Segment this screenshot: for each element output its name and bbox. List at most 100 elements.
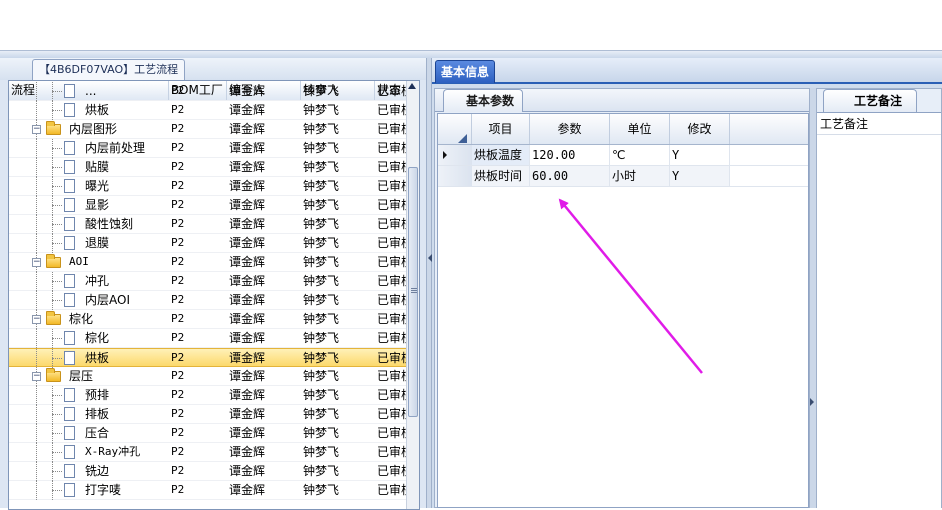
process-flow-panel: 【4B6DF07VAO】工艺流程 流程 BOM工厂 编写人 核审人 状态 ...… <box>0 58 426 510</box>
unit-cell[interactable]: 小时 <box>610 166 670 186</box>
unit-cell[interactable]: ℃ <box>610 145 670 165</box>
tree-row[interactable]: 内层前处理 P2 谭金辉 钟梦飞 已审核 <box>9 139 413 158</box>
tree-row[interactable]: 压合 P2 谭金辉 钟梦飞 已审核 <box>9 424 413 443</box>
reviewer-cell: 钟梦飞 <box>303 331 340 345</box>
tree-row[interactable]: 棕化 P2 谭金辉 钟梦飞 已审核 <box>9 329 413 348</box>
tree-node-label: X-Ray冲孔 <box>85 445 141 458</box>
window-blank-area <box>0 0 942 50</box>
tree-row[interactable]: 烘板 P2 谭金辉 钟梦飞 已审核 <box>9 348 413 368</box>
modify-cell[interactable]: Y <box>670 145 730 165</box>
writer-cell: 谭金辉 <box>229 407 266 421</box>
factory-cell: P2 <box>171 483 185 496</box>
tree-node-label: 排板 <box>85 407 110 421</box>
document-icon <box>64 198 75 212</box>
writer-cell: 谭金辉 <box>229 274 266 288</box>
tree-row[interactable]: 冲孔 P2 谭金辉 钟梦飞 已审核 <box>9 272 413 291</box>
column-header-unit[interactable]: 单位 <box>610 114 670 144</box>
reviewer-cell: 钟梦飞 <box>303 217 340 231</box>
document-icon <box>64 351 75 365</box>
document-icon <box>64 293 75 307</box>
writer-cell: 谭金辉 <box>229 255 266 269</box>
row-header[interactable] <box>438 145 473 165</box>
params-row[interactable]: 烘板时间 60.00 小时 Y <box>438 166 808 187</box>
collapse-node-icon[interactable]: − <box>32 125 41 134</box>
tree-row[interactable]: − 内层图形 P2 谭金辉 钟梦飞 已审核 <box>9 120 413 139</box>
column-header-item[interactable]: 项目 <box>472 114 530 144</box>
tree-node-label: 烘板 <box>85 351 110 365</box>
writer-cell: 谭金辉 <box>229 141 266 155</box>
scroll-up-icon[interactable] <box>408 83 416 89</box>
tree-row[interactable]: 预排 P2 谭金辉 钟梦飞 已审核 <box>9 386 413 405</box>
modify-cell[interactable]: Y <box>670 166 730 186</box>
writer-cell: 谭金辉 <box>229 103 266 117</box>
factory-cell: P2 <box>171 426 185 439</box>
tree-node-label: 贴膜 <box>85 160 110 174</box>
collapse-node-icon[interactable]: − <box>32 258 41 267</box>
tree-node-label: 预排 <box>85 388 110 402</box>
tree-vertical-scrollbar[interactable] <box>406 81 419 509</box>
tree-row[interactable]: X-Ray冲孔 P2 谭金辉 钟梦飞 已审核 <box>9 443 413 462</box>
factory-cell: P2 <box>171 312 185 325</box>
reviewer-cell: 钟梦飞 <box>303 293 340 307</box>
folder-icon <box>46 121 61 135</box>
tree-node-label: ... <box>85 84 97 98</box>
tree-row[interactable]: − AOI P2 谭金辉 钟梦飞 已审核 <box>9 253 413 272</box>
tree-row[interactable]: 排板 P2 谭金辉 钟梦飞 已审核 <box>9 405 413 424</box>
tree-row[interactable]: 烘板 P2 谭金辉 钟梦飞 已审核 <box>9 101 413 120</box>
tree-node-label: 棕化 <box>85 331 110 345</box>
writer-cell: 谭金辉 <box>229 160 266 174</box>
select-all-corner[interactable] <box>438 114 472 144</box>
tree-row[interactable]: − 棕化 P2 谭金辉 钟梦飞 已审核 <box>9 310 413 329</box>
reviewer-cell: 钟梦飞 <box>303 84 340 98</box>
tab-process-notes[interactable]: 工艺备注 <box>823 89 918 112</box>
tree-row[interactable]: 铣边 P2 谭金辉 钟梦飞 已审核 <box>9 462 413 481</box>
writer-cell: 谭金辉 <box>229 483 266 497</box>
document-icon <box>64 464 75 478</box>
params-row[interactable]: 烘板温度 120.00 ℃ Y <box>438 145 808 166</box>
tree-row[interactable]: 内层AOI P2 谭金辉 钟梦飞 已审核 <box>9 291 413 310</box>
tree-row[interactable]: ... P2 谭金辉 钟梦飞 已审核 <box>9 82 413 101</box>
notes-textarea[interactable] <box>817 134 941 509</box>
tree-row[interactable]: 打字唛 P2 谭金辉 钟梦飞 已审核 <box>9 481 413 500</box>
tree-row[interactable]: 酸性蚀刻 P2 谭金辉 钟梦飞 已审核 <box>9 215 413 234</box>
item-cell[interactable]: 烘板时间 <box>472 166 530 186</box>
reviewer-cell: 钟梦飞 <box>303 198 340 212</box>
column-header-modify[interactable]: 修改 <box>670 114 730 144</box>
tab-process-flow[interactable]: 【4B6DF07VAO】工艺流程 <box>32 59 186 80</box>
tree-row[interactable]: − 层压 P2 谭金辉 钟梦飞 已审核 <box>9 367 413 386</box>
tree-node-label: 压合 <box>85 426 110 440</box>
value-cell[interactable]: 120.00 <box>530 145 610 165</box>
document-icon <box>64 426 75 440</box>
tab-basic-info[interactable]: 基本信息 <box>435 60 496 83</box>
writer-cell: 谭金辉 <box>229 312 266 326</box>
tree-row[interactable]: 显影 P2 谭金辉 钟梦飞 已审核 <box>9 196 413 215</box>
writer-cell: 谭金辉 <box>229 369 266 383</box>
document-icon <box>64 236 75 250</box>
collapse-right-icon[interactable] <box>810 398 814 406</box>
item-cell[interactable]: 烘板温度 <box>472 145 530 165</box>
tree-node-label: 打字唛 <box>85 483 122 497</box>
collapse-node-icon[interactable]: − <box>32 372 41 381</box>
row-header[interactable] <box>438 166 473 186</box>
tree-row[interactable]: 曝光 P2 谭金辉 钟梦飞 已审核 <box>9 177 413 196</box>
column-header-param[interactable]: 参数 <box>530 114 610 144</box>
reviewer-cell: 钟梦飞 <box>303 483 340 497</box>
tab-basic-params[interactable]: 基本参数 <box>443 89 524 112</box>
document-icon <box>64 103 75 117</box>
params-tab-strip: 基本参数 <box>435 89 809 112</box>
tree-row[interactable]: 贴膜 P2 谭金辉 钟梦飞 已审核 <box>9 158 413 177</box>
detail-panel: 基本信息 基本参数 项目 参数 单位 修改 烘板温度 120.00 ℃ Y 烘板… <box>432 58 942 509</box>
document-icon <box>64 160 75 174</box>
collapse-node-icon[interactable]: − <box>32 315 41 324</box>
tree-node-label: 内层AOI <box>85 293 130 307</box>
scrollbar-thumb[interactable] <box>408 167 418 417</box>
tree-node-label: 曝光 <box>85 179 110 193</box>
top-splitter-bar[interactable] <box>0 50 942 107</box>
writer-cell: 谭金辉 <box>229 426 266 440</box>
document-icon <box>64 483 75 497</box>
tree-node-label: 铣边 <box>85 464 110 478</box>
tree-row[interactable]: 退膜 P2 谭金辉 钟梦飞 已审核 <box>9 234 413 253</box>
value-cell[interactable]: 60.00 <box>530 166 610 186</box>
factory-cell: P2 <box>171 255 185 268</box>
process-tree-grid: 流程 BOM工厂 编写人 核审人 状态 ... P2 谭金辉 钟梦飞 已审核 烘板 P2 谭金… <box>8 80 420 510</box>
